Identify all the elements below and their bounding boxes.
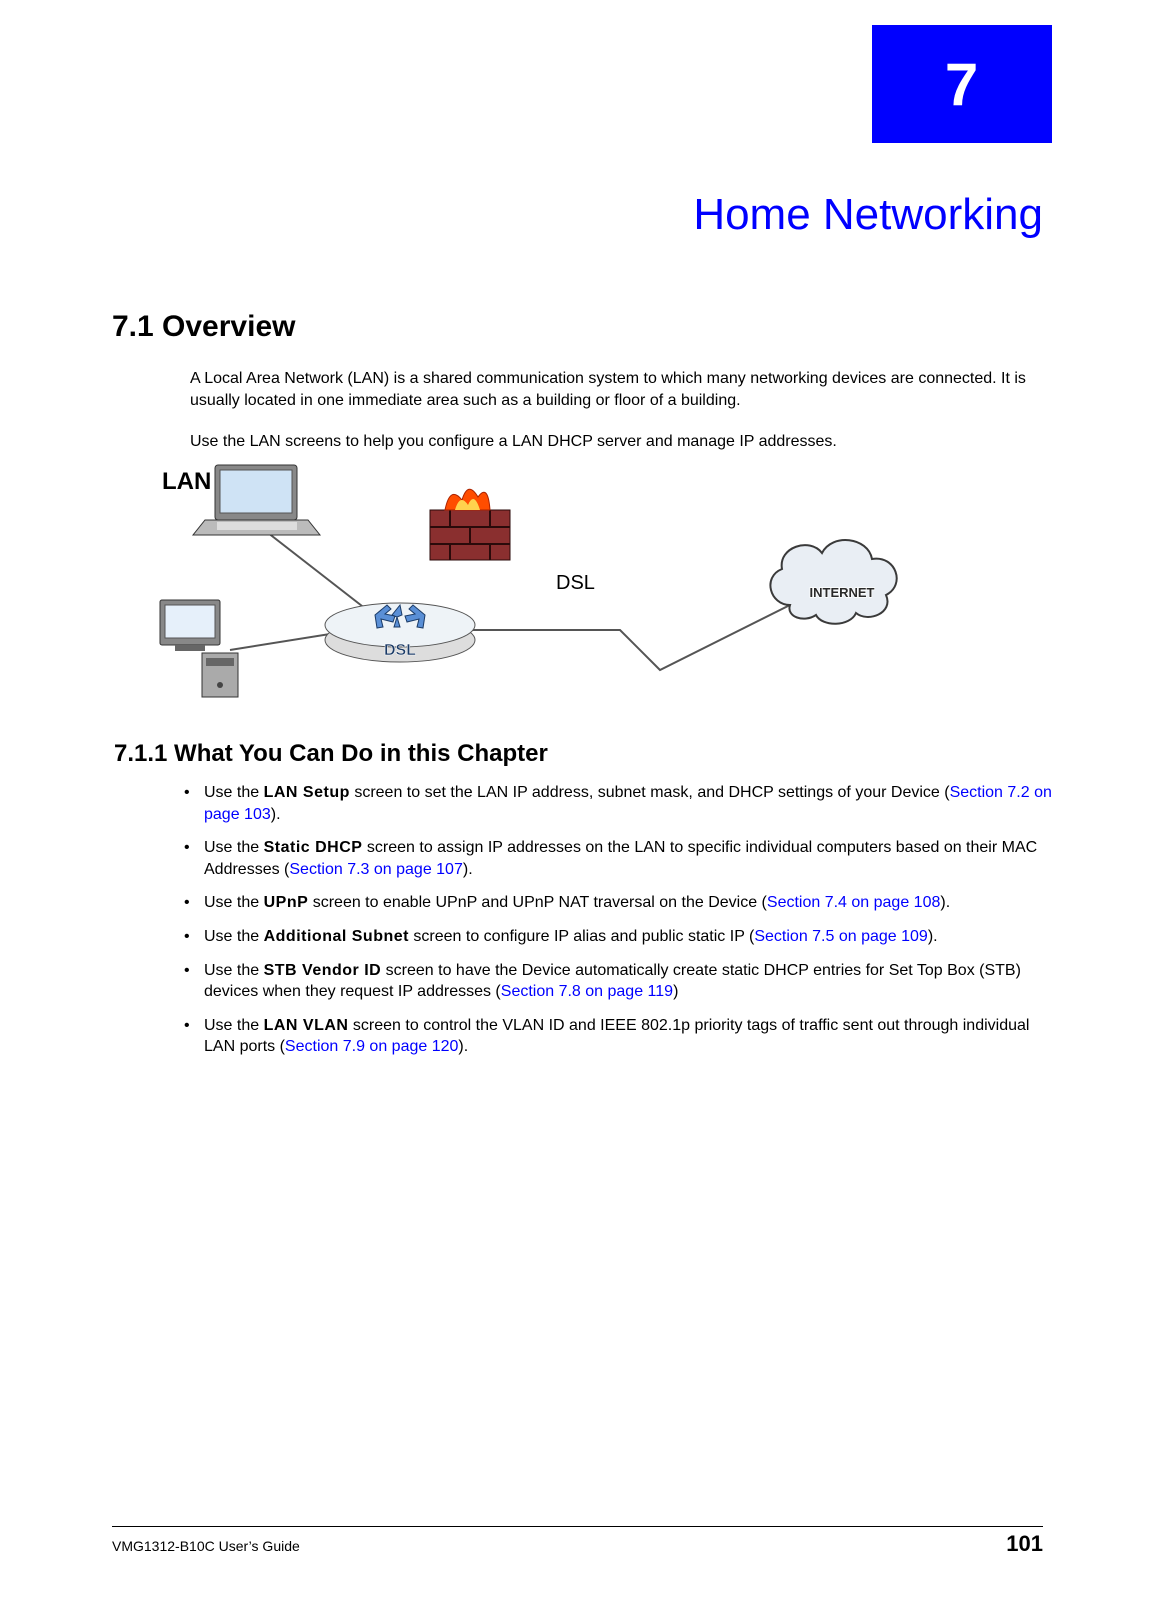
overview-para2: Use the LAN screens to help you configur… — [190, 431, 1050, 453]
text: Use the — [204, 839, 264, 856]
bold: Additional Subnet — [264, 928, 409, 945]
text: Use the — [204, 784, 264, 801]
dsl-router-icon: DSL — [325, 603, 475, 662]
text: ). — [928, 928, 938, 945]
text: Use the — [204, 928, 264, 945]
cross-ref-link[interactable]: Section 7.3 on page 107 — [289, 861, 462, 878]
list-item: Use the LAN VLAN screen to control the V… — [204, 1015, 1054, 1058]
cross-ref-link[interactable]: Section 7.8 on page 119 — [501, 983, 673, 1000]
chapter-number: 7 — [945, 50, 979, 119]
list-item: Use the Additional Subnet screen to conf… — [204, 926, 1054, 948]
bold: Static DHCP — [264, 839, 363, 856]
firewall-icon — [430, 489, 510, 560]
router-label: DSL — [384, 642, 416, 659]
section-heading-overview: 7.1 Overview — [112, 310, 295, 344]
text: screen to configure IP alias and public … — [409, 928, 754, 945]
bold: LAN VLAN — [264, 1017, 349, 1034]
text: Use the — [204, 962, 264, 979]
footer-page-number: 101 — [1006, 1531, 1043, 1557]
bold: UPnP — [264, 894, 309, 911]
desktop-icon — [160, 600, 238, 697]
text: ). — [463, 861, 473, 878]
text: screen to enable UPnP and UPnP NAT trave… — [308, 894, 767, 911]
list-item: Use the Static DHCP screen to assign IP … — [204, 837, 1054, 880]
network-diagram: DSL INTERNET — [150, 455, 950, 705]
page: 7 Home Networking 7.1 Overview A Local A… — [0, 0, 1163, 1597]
text: Use the — [204, 1017, 264, 1034]
list-item: Use the STB Vendor ID screen to have the… — [204, 960, 1054, 1003]
bullet-list: Use the LAN Setup screen to set the LAN … — [204, 782, 1054, 1070]
internet-cloud-icon: INTERNET — [770, 540, 896, 624]
text: Use the — [204, 894, 264, 911]
cross-ref-link[interactable]: Section 7.9 on page 120 — [285, 1038, 458, 1055]
cross-ref-link[interactable]: Section 7.5 on page 109 — [754, 928, 927, 945]
chapter-number-box: 7 — [872, 25, 1052, 143]
bold: STB Vendor ID — [264, 962, 382, 979]
text: ). — [940, 894, 950, 911]
list-item: Use the UPnP screen to enable UPnP and U… — [204, 892, 1054, 914]
text: ). — [458, 1038, 468, 1055]
cross-ref-link[interactable]: Section 7.4 on page 108 — [767, 894, 940, 911]
text: ). — [271, 806, 281, 823]
internet-label: INTERNET — [810, 585, 875, 600]
laptop-icon — [193, 465, 320, 535]
list-item: Use the LAN Setup screen to set the LAN … — [204, 782, 1054, 825]
bold: LAN Setup — [264, 784, 350, 801]
text: ) — [673, 983, 678, 1000]
page-footer: VMG1312-B10C User’s Guide 101 — [112, 1526, 1043, 1557]
text: screen to set the LAN IP address, subnet… — [350, 784, 950, 801]
section-heading-whatyoucando: 7.1.1 What You Can Do in this Chapter — [114, 740, 548, 768]
footer-guide-name: VMG1312-B10C User’s Guide — [112, 1538, 300, 1554]
chapter-title: Home Networking — [0, 190, 1043, 240]
overview-para1: A Local Area Network (LAN) is a shared c… — [190, 368, 1050, 411]
